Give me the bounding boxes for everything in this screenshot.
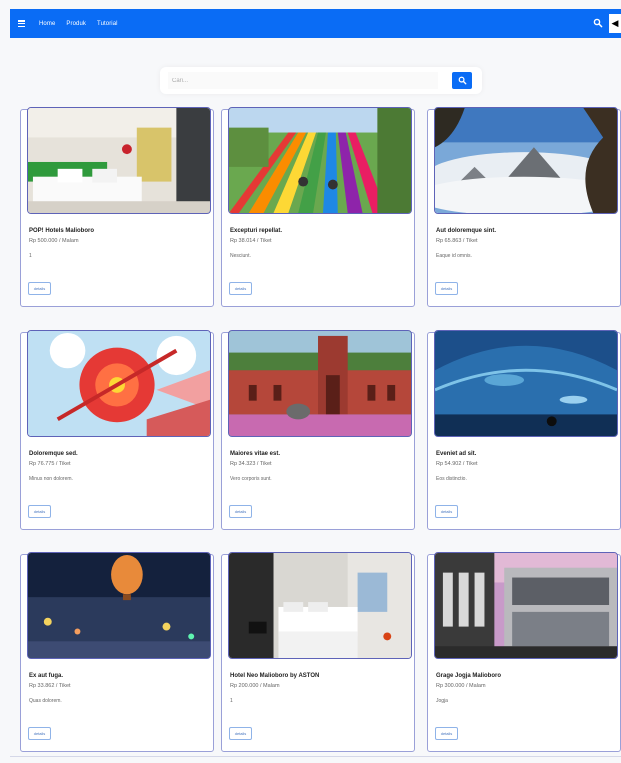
card-description: Minus non dolorem. (29, 476, 73, 482)
card-price: Rp 65.863 / Tiket (436, 238, 478, 244)
search-bar (160, 67, 482, 94)
aquarium-image[interactable] (434, 330, 618, 437)
card-price: Rp 300.000 / Malam (436, 683, 486, 689)
card-description: Quas dolorem. (29, 698, 62, 704)
card-title: Grage Jogja Malioboro (436, 673, 502, 679)
card-price: Rp 34.323 / Tiket (230, 461, 272, 467)
card-price: Rp 500.000 / Malam (29, 238, 79, 244)
details-button[interactable]: details (435, 727, 458, 740)
product-card: Ex aut fuga. Rp 33.862 / Tiket Quas dolo… (20, 552, 214, 752)
nav-link-home[interactable]: Home (39, 21, 55, 27)
card-description: Nesciunt. (230, 253, 251, 259)
nav-link-tutorial[interactable]: Tutorial (97, 21, 118, 27)
card-price: Rp 200.000 / Malam (230, 683, 280, 689)
amusement-ride-image[interactable] (27, 330, 211, 437)
hotel-bedroom-image[interactable] (228, 552, 412, 659)
product-card: Doloremque sed. Rp 76.775 / Tiket Minus … (20, 330, 214, 530)
card-title: Maiores vitae est. (230, 451, 281, 457)
details-button[interactable]: details (435, 505, 458, 518)
hotel-room-image[interactable] (27, 107, 211, 214)
card-title: Excepturi repellat. (230, 228, 283, 234)
details-button[interactable]: details (28, 282, 51, 295)
card-title: Doloremque sed. (29, 451, 78, 457)
card-description: Eaque id omnis. (436, 253, 472, 259)
search-icon[interactable] (593, 18, 603, 28)
castle-garden-image[interactable] (228, 330, 412, 437)
card-title: Aut doloremque sint. (436, 228, 496, 234)
product-card: Excepturi repellat. Rp 38.014 / Tiket Ne… (221, 107, 415, 307)
rainbow-slide-image[interactable] (228, 107, 412, 214)
details-button[interactable]: details (435, 282, 458, 295)
details-button[interactable]: details (28, 727, 51, 740)
hotel-building-image[interactable] (434, 552, 618, 659)
card-title: Hotel Neo Malioboro by ASTON (230, 673, 320, 679)
details-button[interactable]: details (28, 505, 51, 518)
card-price: Rp 54.902 / Tiket (436, 461, 478, 467)
card-description: 1 (29, 253, 32, 259)
divider (10, 756, 621, 757)
product-card: Eveniet ad sit. Rp 54.902 / Tiket Eos di… (427, 330, 621, 530)
card-description: 1 (230, 698, 233, 704)
search-button[interactable] (452, 72, 472, 89)
mountain-view-image[interactable] (434, 107, 618, 214)
card-description: Eos distinctio. (436, 476, 467, 482)
night-festival-image[interactable] (27, 552, 211, 659)
product-card: Maiores vitae est. Rp 34.323 / Tiket Ver… (221, 330, 415, 530)
card-title: Ex aut fuga. (29, 673, 64, 679)
product-card: POP! Hotels Malioboro Rp 500.000 / Malam… (20, 107, 214, 307)
card-title: POP! Hotels Malioboro (29, 228, 95, 234)
details-button[interactable]: details (229, 282, 252, 295)
hamburger-menu-icon[interactable] (18, 20, 25, 27)
card-title: Eveniet ad sit. (436, 451, 477, 457)
card-description: Jogja (436, 698, 448, 704)
details-button[interactable]: details (229, 727, 252, 740)
details-button[interactable]: details (229, 505, 252, 518)
search-input[interactable] (168, 72, 438, 89)
collapse-arrow-icon[interactable]: ◀ (609, 14, 621, 33)
product-card: Hotel Neo Malioboro by ASTON Rp 200.000 … (221, 552, 415, 752)
card-description: Vero corporis sunt. (230, 476, 272, 482)
nav-link-produk[interactable]: Produk (66, 21, 86, 27)
product-card: Grage Jogja Malioboro Rp 300.000 / Malam… (427, 552, 621, 752)
nav-links: Home Produk Tutorial (39, 21, 118, 27)
search-icon (458, 76, 466, 85)
card-price: Rp 33.862 / Tiket (29, 683, 71, 689)
card-price: Rp 38.014 / Tiket (230, 238, 272, 244)
product-card: Aut doloremque sint. Rp 65.863 / Tiket E… (427, 107, 621, 307)
top-navbar: Home Produk Tutorial ◀ (10, 9, 621, 38)
card-price: Rp 76.775 / Tiket (29, 461, 71, 467)
